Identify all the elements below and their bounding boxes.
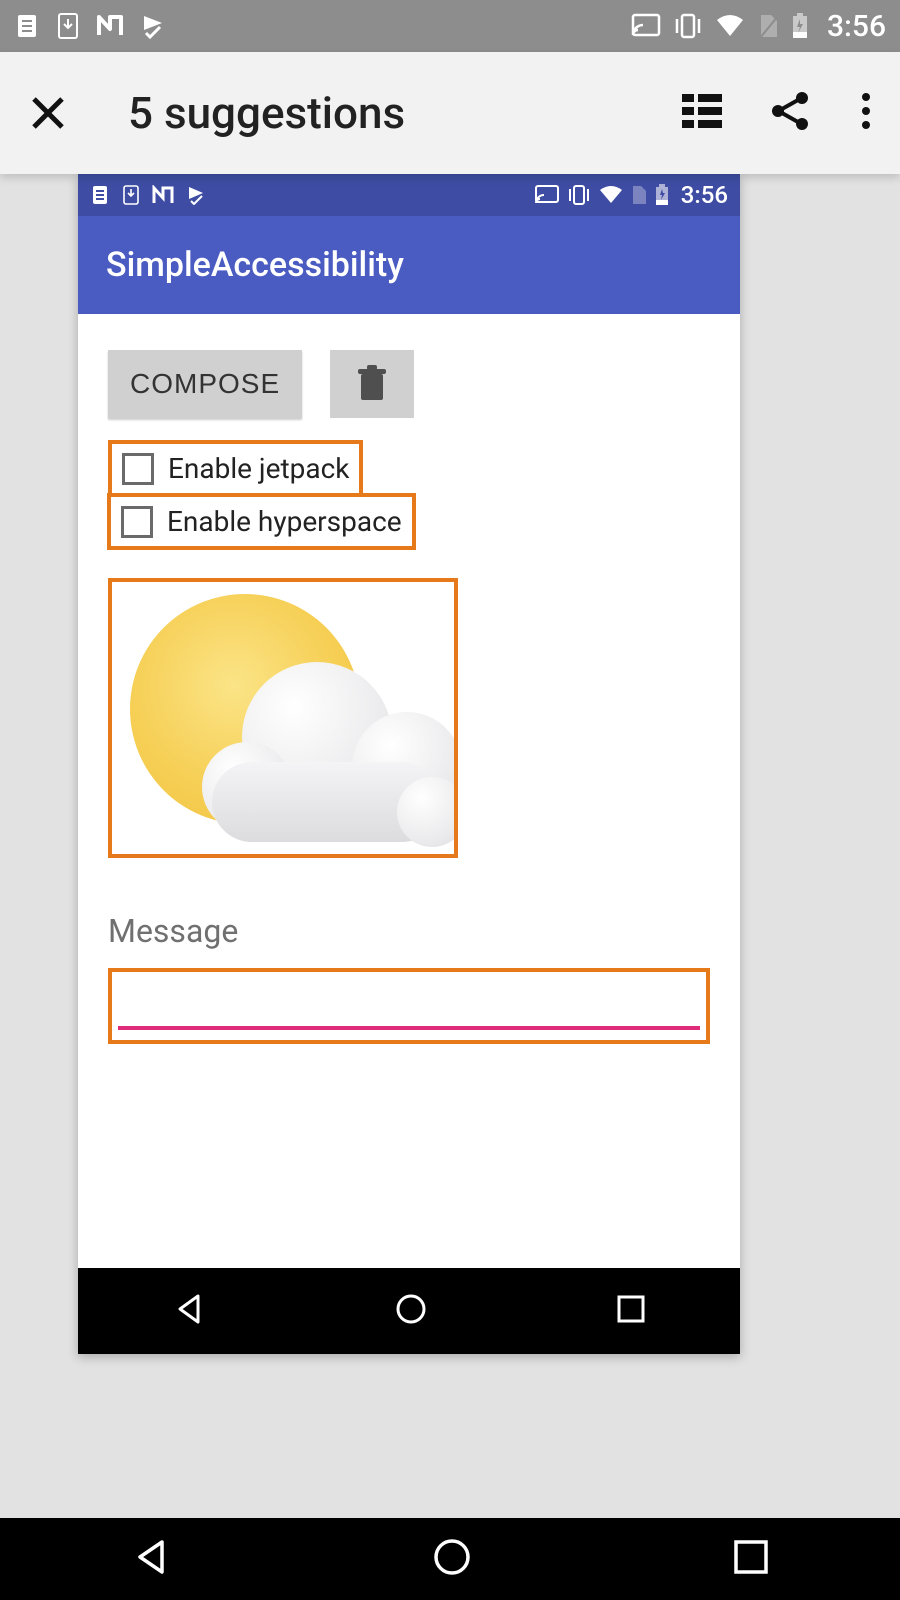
message-label: Message — [108, 912, 710, 950]
inner-nav-bar — [78, 1268, 740, 1354]
n-icon — [152, 185, 174, 205]
battery-icon — [655, 184, 669, 206]
share-icon[interactable] — [770, 90, 812, 136]
checkbox-enable-hyperspace[interactable]: Enable hyperspace — [107, 493, 416, 550]
vibrate-icon — [673, 13, 703, 39]
outer-status-bar: 3:56 — [0, 0, 900, 52]
outer-title: 5 suggestions — [128, 87, 405, 139]
inner-status-bar: 3:56 — [78, 174, 740, 216]
battery-icon — [791, 12, 809, 40]
sim-icon — [757, 13, 779, 39]
recents-icon[interactable] — [732, 1538, 770, 1580]
checkbox-enable-jetpack[interactable]: Enable jetpack — [108, 440, 363, 497]
download-icon — [56, 13, 80, 39]
cast-icon — [631, 13, 661, 39]
n-icon — [96, 13, 124, 39]
inner-device-preview: 3:56 SimpleAccessibility COMPOSE Enable … — [78, 174, 740, 1354]
sim-icon — [631, 185, 647, 205]
home-icon[interactable] — [394, 1292, 428, 1330]
checkbox-icon — [122, 453, 154, 485]
checkbox-label: Enable jetpack — [168, 452, 349, 485]
play-badge-icon — [186, 185, 206, 205]
back-icon[interactable] — [130, 1536, 172, 1582]
download-icon — [122, 185, 140, 205]
overflow-menu-icon[interactable] — [860, 91, 872, 135]
delete-button[interactable] — [330, 350, 414, 418]
outer-status-time: 3:56 — [827, 9, 886, 44]
wifi-icon — [599, 186, 623, 204]
inner-app-bar: SimpleAccessibility — [78, 216, 740, 314]
checkbox-icon — [121, 506, 153, 538]
input-underline — [118, 1026, 700, 1030]
message-input-frame[interactable] — [108, 968, 710, 1044]
inner-status-time: 3:56 — [681, 181, 728, 209]
recents-icon[interactable] — [616, 1294, 646, 1328]
document-icon — [14, 13, 40, 39]
document-icon — [90, 185, 110, 205]
inner-app-title: SimpleAccessibility — [106, 245, 404, 285]
cast-icon — [535, 185, 559, 205]
outer-app-bar: 5 suggestions — [0, 52, 900, 174]
weather-image[interactable] — [108, 578, 458, 858]
list-view-icon[interactable] — [682, 94, 722, 132]
play-badge-icon — [140, 13, 166, 39]
home-icon[interactable] — [431, 1536, 473, 1582]
checkbox-label: Enable hyperspace — [167, 505, 402, 538]
close-icon[interactable] — [28, 93, 68, 133]
back-icon[interactable] — [172, 1292, 206, 1330]
cloud-icon — [202, 682, 458, 832]
wifi-icon — [715, 14, 745, 38]
outer-nav-bar — [0, 1518, 900, 1600]
message-input[interactable] — [118, 978, 700, 1022]
trash-icon — [355, 364, 389, 405]
compose-button[interactable]: COMPOSE — [108, 350, 302, 418]
vibrate-icon — [567, 185, 591, 205]
